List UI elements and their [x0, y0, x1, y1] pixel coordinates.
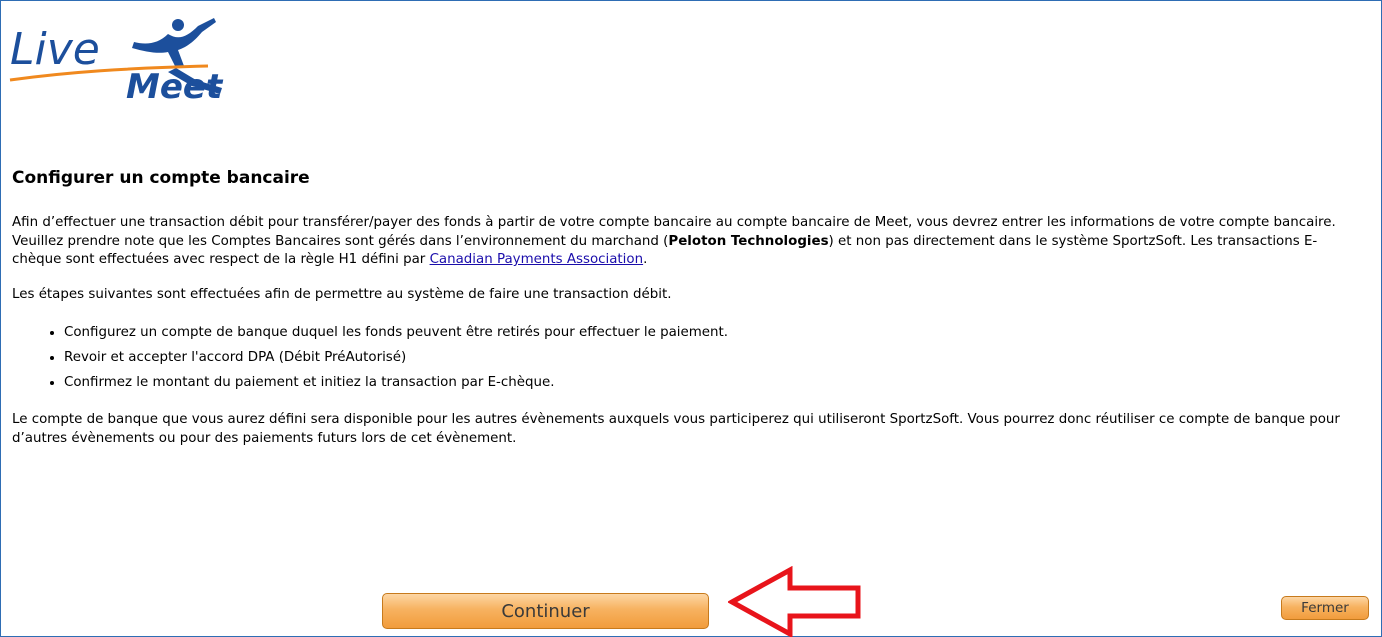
- content-body: Afin d’effectuer une transaction débit p…: [12, 214, 1364, 464]
- list-item: Configurez un compte de banque duquel le…: [64, 320, 1364, 345]
- cpa-link[interactable]: Canadian Payments Association: [430, 252, 644, 267]
- intro-paragraph: Afin d’effectuer une transaction débit p…: [12, 214, 1364, 270]
- closing-paragraph: Le compte de banque que vous aurez défin…: [12, 412, 1340, 446]
- left-arrow-icon: [728, 566, 861, 637]
- steps-intro: Les étapes suivantes sont effectuées afi…: [12, 286, 672, 302]
- logo-text-meet: Meet: [126, 67, 224, 100]
- logo-text-live: Live: [10, 24, 100, 75]
- list-item: Revoir et accepter l'accord DPA (Débit P…: [64, 345, 1364, 370]
- page-title: Configurer un compte bancaire: [12, 168, 310, 188]
- live-meet-logo: Live Meet: [9, 18, 224, 100]
- intro-text-3: .: [643, 252, 648, 267]
- list-item: Confirmez le montant du paiement et init…: [64, 370, 1364, 395]
- steps-list: Configurez un compte de banque duquel le…: [12, 320, 1364, 395]
- merchant-name: Peloton Technologies: [668, 233, 829, 249]
- close-button[interactable]: Fermer: [1281, 596, 1369, 620]
- continue-button[interactable]: Continuer: [382, 593, 709, 629]
